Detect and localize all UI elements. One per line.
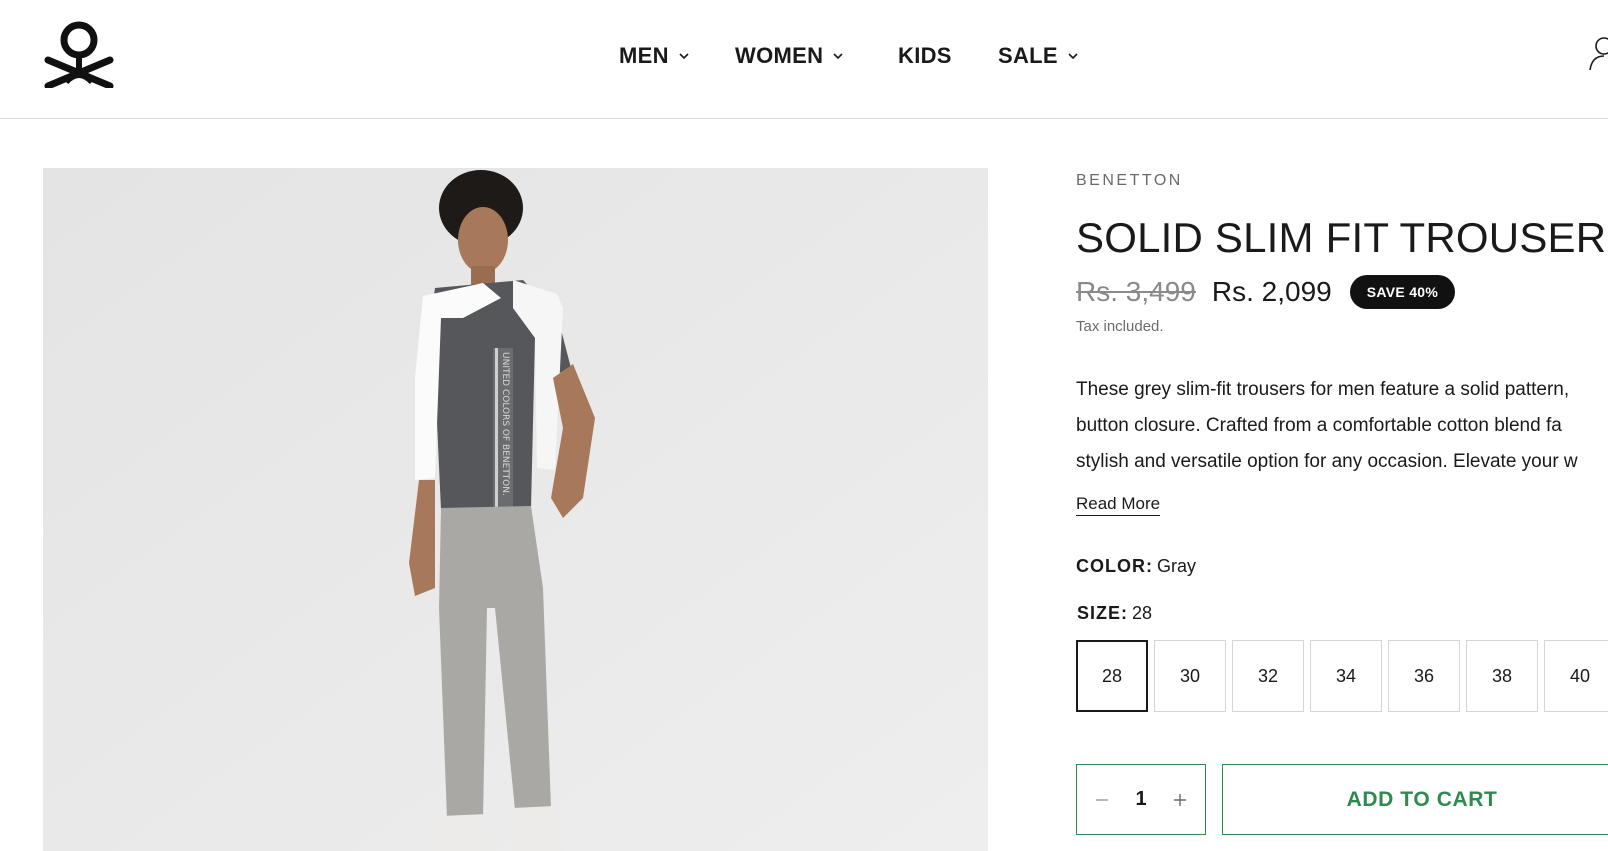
nav-label: WOMEN — [735, 43, 824, 68]
size-option-28[interactable]: 28 — [1076, 640, 1148, 712]
nav-item-kids[interactable]: KIDS — [898, 38, 952, 74]
increase-quantity-button[interactable] — [1169, 789, 1191, 811]
description-line: button closure. Crafted from a comfortab… — [1076, 415, 1562, 436]
user-icon[interactable] — [1588, 36, 1608, 72]
product-title: SOLID SLIM FIT TROUSERS — [1076, 214, 1608, 261]
size-option-34[interactable]: 34 — [1310, 640, 1382, 712]
compare-price: Rs. 3,499 — [1076, 276, 1196, 307]
description-line: stylish and versatile option for any occ… — [1076, 451, 1578, 472]
size-option-36[interactable]: 36 — [1388, 640, 1460, 712]
shirt-print-text: UNITED COLORS OF BENETTON. — [500, 352, 510, 496]
site-header: MEN WOMEN KIDS SALE — [0, 0, 1608, 119]
chevron-down-icon — [679, 53, 689, 60]
main-nav: MEN WOMEN KIDS SALE — [0, 38, 1608, 74]
size-option-30[interactable]: 30 — [1154, 640, 1226, 712]
product-image[interactable]: UNITED COLORS OF BENETTON. — [43, 168, 988, 851]
nav-item-sale[interactable]: SALE — [998, 38, 1080, 74]
size-option-32[interactable]: 32 — [1232, 640, 1304, 712]
product-vendor: BENETTON — [1076, 172, 1183, 189]
minus-icon — [1096, 798, 1108, 801]
nav-label: MEN — [619, 43, 669, 68]
size-option-40[interactable]: 40 — [1544, 640, 1608, 712]
nav-item-women[interactable]: WOMEN — [735, 38, 845, 74]
chevron-down-icon — [1068, 53, 1078, 60]
price-row: Rs. 3,499 Rs. 2,099 SAVE 40% — [1076, 272, 1456, 312]
quantity-stepper: 1 — [1076, 764, 1206, 835]
save-badge: SAVE 40% — [1349, 275, 1456, 309]
nav-item-men[interactable]: MEN — [619, 38, 691, 74]
sale-price: Rs. 2,099 — [1211, 276, 1332, 307]
size-option: SIZE: 28 — [1077, 603, 1152, 624]
nav-label: SALE — [998, 43, 1058, 68]
read-more-link[interactable]: Read More — [1076, 494, 1161, 516]
description-line: These grey slim-fit trousers for men fea… — [1076, 379, 1570, 400]
color-label: COLOR: — [1076, 556, 1153, 576]
nav-label: KIDS — [898, 43, 952, 68]
size-option-38[interactable]: 38 — [1466, 640, 1538, 712]
chevron-down-icon — [833, 53, 843, 60]
color-option: COLOR: Gray — [1076, 556, 1196, 577]
tax-note: Tax included. — [1076, 318, 1164, 335]
size-selector: 28 30 32 34 36 38 40 — [1076, 640, 1608, 712]
size-value: 28 — [1132, 603, 1153, 623]
add-to-cart-button[interactable]: ADD TO CART — [1222, 764, 1608, 835]
quantity-value[interactable]: 1 — [1135, 788, 1146, 811]
color-value: Gray — [1157, 556, 1197, 576]
product-description: These grey slim-fit trousers for men fea… — [1076, 372, 1608, 482]
decrease-quantity-button[interactable] — [1091, 789, 1113, 811]
size-label: SIZE: — [1077, 603, 1129, 623]
product-photo: UNITED COLORS OF BENETTON. — [43, 168, 988, 851]
plus-icon — [1174, 793, 1186, 806]
